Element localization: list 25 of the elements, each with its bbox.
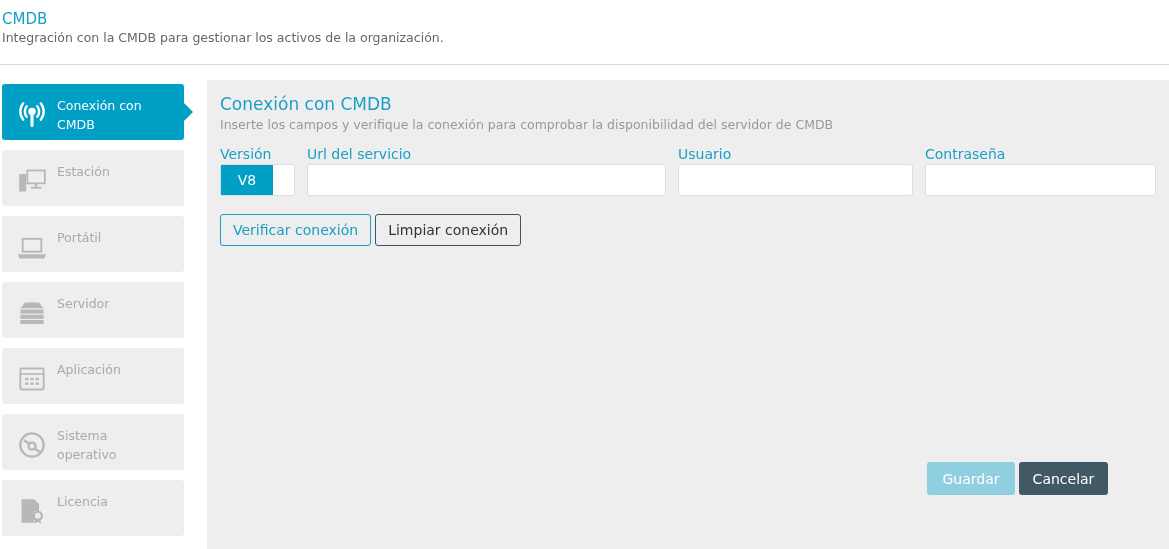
field-label: Url del servicio — [307, 146, 413, 162]
input-field[interactable] — [925, 164, 1156, 196]
verify-button[interactable]: Verificar conexión — [220, 214, 372, 246]
field-label: Usuario — [678, 146, 733, 162]
field-label: Versión — [220, 146, 273, 162]
clear-button[interactable]: Limpiar conexión — [375, 214, 522, 246]
input-field[interactable] — [678, 164, 913, 196]
panel-description: Inserte los campos y verifique la conexión para comprobar la disponibilidad del servidor de CMDB — [220, 117, 835, 132]
field-label: Contraseña — [925, 146, 1007, 162]
sidebar-item[interactable]: Servidor — [2, 282, 184, 338]
page-subtitle: Integración con la CMDB para gestionar los activos de la organización. — [2, 30, 445, 45]
version-toggle[interactable]: V8 — [220, 164, 295, 196]
disc-icon — [18, 431, 46, 459]
sidebar-item[interactable]: Sistema operativo — [2, 414, 184, 470]
sidebar-item[interactable]: Aplicación — [2, 348, 184, 404]
page-title: CMDB — [2, 10, 49, 28]
antenna-icon — [18, 101, 46, 129]
cancel-button[interactable]: Cancelar — [1019, 462, 1108, 495]
sidebar-item[interactable]: Portátil — [2, 216, 184, 272]
desktop-computer-icon — [18, 167, 46, 195]
input-field[interactable] — [307, 164, 666, 196]
window-grid-icon — [18, 365, 46, 393]
sidebar-item[interactable]: Licencia — [2, 480, 184, 536]
sidebar-item[interactable]: Estación — [2, 150, 184, 206]
panel-title: Conexión con CMDB — [220, 94, 393, 114]
